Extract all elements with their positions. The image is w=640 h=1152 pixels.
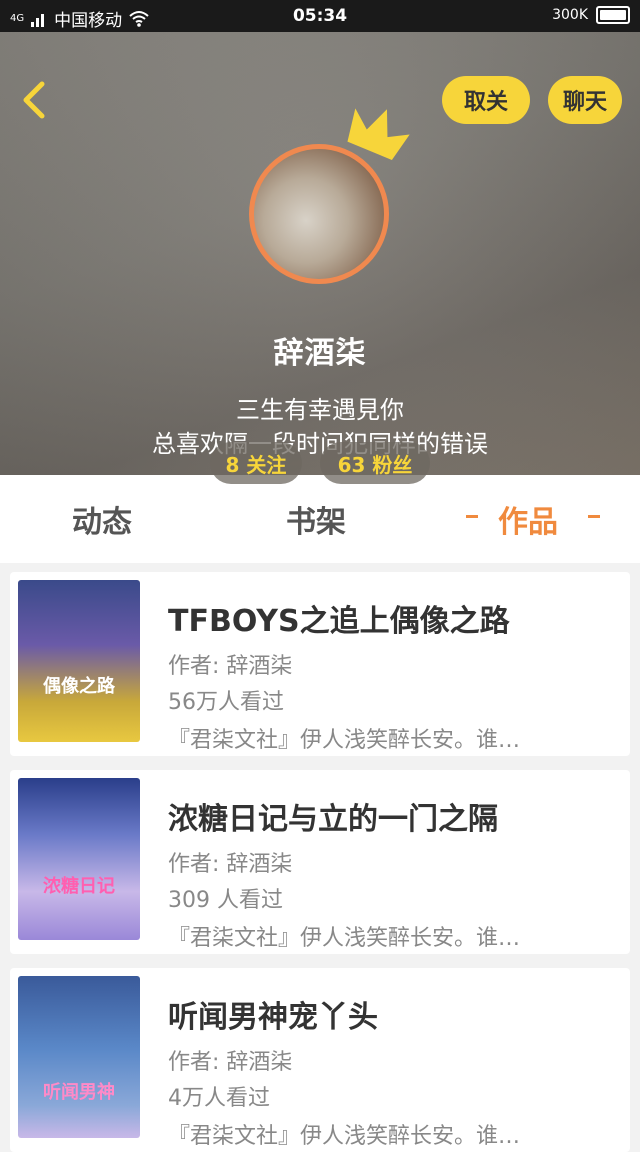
work-card[interactable]: 听闻男神 听闻男神宠丫头 作者: 辞酒柒 4万人看过 『君柒文社』伊人浅笑醉长安… [10,968,630,1152]
work-views: 56万人看过 [168,690,284,715]
tab-indicator-right [588,515,600,518]
status-bar: 4G 中国移动 05:34 300K [0,0,640,32]
tab-bookshelf[interactable]: 书架 [286,497,346,541]
work-author: 作者: 辞酒柒 [168,852,293,877]
work-description: 『君柒文社』伊人浅笑醉长安。谁… [168,1124,521,1149]
work-title: TFBOYS之追上偶像之路 [168,604,510,639]
work-card[interactable]: 浓糖日记 浓糖日记与立的一门之隔 作者: 辞酒柒 309 人看过 『君柒文社』伊… [10,770,630,954]
work-description: 『君柒文社』伊人浅笑醉长安。谁… [168,926,521,951]
nickname: 辞酒柒 [273,336,367,371]
battery-icon [596,6,630,24]
tab-indicator-left [466,515,478,518]
book-cover[interactable]: 浓糖日记 [18,778,140,940]
cover-title: 浓糖日记 [43,876,115,897]
tab-bar: 动态 书架 作品 [0,475,640,563]
book-cover[interactable]: 偶像之路 [18,580,140,742]
work-views: 309 人看过 [168,888,283,913]
work-description: 『君柒文社』伊人浅笑醉长安。谁… [168,728,521,753]
bio-line: 三生有幸遇見你 [236,396,404,424]
work-author: 作者: 辞酒柒 [168,1050,293,1075]
work-title: 听闻男神宠丫头 [168,1000,378,1035]
following-count[interactable]: 8 关注 [210,442,302,484]
profile-header: 取关 聊天 辞酒柒 三生有幸遇見你 总喜欢隔一段时间犯同样的错误 [0,32,640,475]
fans-count[interactable]: 63 粉丝 [320,442,430,484]
network-speed: 300K [552,7,588,23]
unfollow-button[interactable]: 取关 [442,76,530,124]
cover-title: 偶像之路 [43,676,115,697]
crown-icon [347,108,410,160]
work-card[interactable]: 偶像之路 TFBOYS之追上偶像之路 作者: 辞酒柒 56万人看过 『君柒文社』… [10,572,630,756]
bio-line: 总喜欢隔一段时间犯同样的错误 [152,430,488,458]
work-title: 浓糖日记与立的一门之隔 [168,802,498,837]
status-right: 300K [552,6,630,24]
chat-button[interactable]: 聊天 [548,76,622,124]
tab-works[interactable]: 作品 [498,497,558,541]
cover-title: 听闻男神 [43,1082,115,1103]
book-cover[interactable]: 听闻男神 [18,976,140,1138]
avatar[interactable] [249,144,389,284]
work-views: 4万人看过 [168,1086,270,1111]
back-arrow-icon[interactable] [14,78,54,122]
work-author: 作者: 辞酒柒 [168,654,293,679]
clock: 05:34 [292,6,348,26]
avatar-container[interactable] [249,108,410,286]
tab-dynamic[interactable]: 动态 [72,497,132,541]
